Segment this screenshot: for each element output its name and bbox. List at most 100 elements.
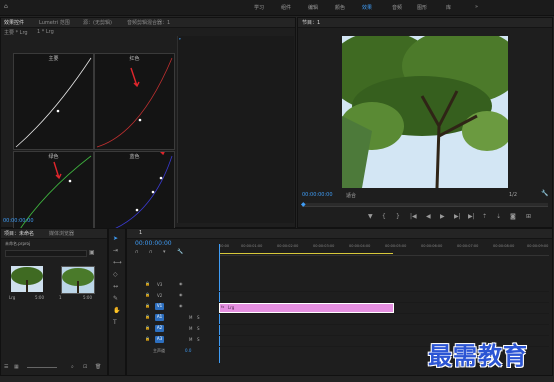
track-a3-target[interactable]: A3 bbox=[155, 336, 164, 343]
extract-icon[interactable]: ⇣ bbox=[496, 213, 501, 220]
effect-timeline-playhead-icon[interactable]: ▾ bbox=[179, 37, 181, 41]
go-to-in-icon[interactable]: |◀ bbox=[410, 213, 417, 220]
tab-lumetri-scopes[interactable]: Lumetri 范围 bbox=[39, 19, 70, 26]
lock-icon[interactable]: 🔒 bbox=[145, 281, 150, 286]
curve-red[interactable]: 红色 bbox=[94, 53, 175, 150]
lock-icon[interactable]: 🔒 bbox=[145, 292, 150, 297]
tab-audio-clip-mixer[interactable]: 音频剪辑混合器：1 bbox=[127, 19, 170, 26]
track-a1-target[interactable]: A1 bbox=[155, 314, 164, 321]
home-icon[interactable]: ⌂ bbox=[4, 3, 8, 10]
solo-button[interactable]: S bbox=[197, 337, 200, 342]
add-marker-icon[interactable]: ▾ bbox=[163, 249, 166, 255]
lock-icon[interactable]: 🔒 bbox=[145, 303, 150, 308]
timeline-settings-icon[interactable]: 🔧 bbox=[177, 249, 183, 255]
curve-green[interactable]: 绿色 bbox=[13, 151, 94, 238]
tab-media-browser[interactable]: 媒体浏览器 bbox=[49, 230, 74, 237]
track-a2-lane[interactable] bbox=[219, 325, 549, 336]
track-v1-lane[interactable]: fx Lrg bbox=[219, 303, 549, 314]
out-point-icon[interactable]: } bbox=[396, 213, 400, 220]
curve-blue[interactable]: 蓝色 bbox=[94, 151, 175, 238]
timeline-clip-lrg[interactable]: fx Lrg bbox=[219, 303, 394, 313]
program-timecode[interactable]: 00:00:00:00 bbox=[302, 192, 333, 198]
timeline-timecode[interactable]: 00:00:00:00 bbox=[135, 240, 172, 247]
program-scrub-bar[interactable] bbox=[302, 203, 548, 207]
track-v1-target[interactable]: V1 bbox=[155, 303, 164, 310]
lock-icon[interactable]: 🔒 bbox=[145, 336, 150, 341]
snap-icon[interactable]: ∩ bbox=[135, 249, 139, 255]
in-point-icon[interactable]: { bbox=[382, 213, 386, 220]
track-v2-lane[interactable] bbox=[219, 292, 549, 303]
selection-tool-icon[interactable]: ➤ bbox=[113, 235, 118, 242]
track-v3-lane[interactable] bbox=[219, 281, 549, 292]
list-view-icon[interactable]: ☰ bbox=[4, 364, 8, 370]
program-fit-dropdown[interactable]: 适合 bbox=[346, 192, 356, 199]
step-forward-icon[interactable]: ▶| bbox=[454, 213, 461, 220]
icon-view-icon[interactable]: ▦ bbox=[14, 364, 19, 370]
go-to-out-icon[interactable]: ▶| bbox=[468, 213, 475, 220]
wrench-icon[interactable]: 🔧 bbox=[541, 190, 548, 197]
eye-icon[interactable]: ◉ bbox=[179, 281, 183, 286]
lock-icon[interactable]: 🔒 bbox=[145, 325, 150, 330]
curve-master[interactable]: 主要 bbox=[13, 53, 94, 150]
program-playhead-icon[interactable]: ◆ bbox=[301, 201, 306, 208]
workspace-color[interactable]: 颜色 bbox=[335, 4, 345, 11]
track-v2-label[interactable]: V2 bbox=[157, 293, 162, 298]
more-workspaces-icon[interactable]: » bbox=[475, 4, 478, 10]
timeline-ruler[interactable]: 00:00 00:00:01:00 00:00:02:00 00:00:03:0… bbox=[219, 244, 549, 256]
eye-icon[interactable]: ◉ bbox=[179, 292, 183, 297]
tab-program-monitor[interactable]: 节目：1 bbox=[302, 19, 320, 26]
master-track-value[interactable]: 0.0 bbox=[185, 348, 191, 353]
slip-tool-icon[interactable]: ↔ bbox=[113, 283, 118, 290]
mute-button[interactable]: M bbox=[189, 326, 192, 331]
zoom-slider[interactable] bbox=[27, 367, 57, 368]
project-item-lrg[interactable] bbox=[11, 266, 43, 292]
track-v3-label[interactable]: V3 bbox=[157, 282, 162, 287]
hand-tool-icon[interactable]: ✋ bbox=[113, 307, 120, 314]
program-resolution-dropdown[interactable]: 1/2 bbox=[509, 192, 517, 198]
pen-tool-icon[interactable]: ✎ bbox=[113, 295, 118, 302]
project-item-sequence-duration: 5:00 bbox=[83, 295, 92, 300]
track-a1-header: 🔒 A1 M S bbox=[145, 314, 215, 324]
export-frame-icon[interactable]: ◙ bbox=[510, 213, 516, 220]
eye-icon[interactable]: ◉ bbox=[179, 303, 183, 308]
workspace-editing[interactable]: 编辑 bbox=[308, 4, 318, 11]
search-icon[interactable]: ⌕ bbox=[71, 364, 74, 370]
mute-button[interactable]: M bbox=[189, 315, 192, 320]
marker-icon[interactable]: ▼ bbox=[368, 213, 373, 220]
tab-project[interactable]: 项目：未命名 bbox=[4, 230, 34, 237]
new-bin-icon[interactable]: ▣ bbox=[89, 249, 95, 256]
project-item-lrg-name: Lrg bbox=[9, 295, 16, 300]
tab-effect-controls[interactable]: 效果控件 bbox=[4, 19, 24, 26]
workspace-assembly[interactable]: 组件 bbox=[281, 4, 291, 11]
workspace-graphics[interactable]: 图形 bbox=[417, 4, 427, 11]
effect-controls-timecode[interactable]: 00:00:00:00 bbox=[3, 218, 34, 224]
ripple-edit-tool-icon[interactable]: ⟷ bbox=[113, 259, 122, 266]
track-a2-target[interactable]: A2 bbox=[155, 325, 164, 332]
project-search-input[interactable] bbox=[5, 250, 87, 257]
step-back-icon[interactable]: ◀ bbox=[426, 213, 431, 220]
solo-button[interactable]: S bbox=[197, 326, 200, 331]
workspace-learn[interactable]: 学习 bbox=[254, 4, 264, 11]
linked-selection-icon[interactable]: ∩ bbox=[149, 249, 153, 255]
workspace-libraries[interactable]: 库 bbox=[446, 4, 451, 11]
mute-button[interactable]: M bbox=[189, 337, 192, 342]
type-tool-icon[interactable]: T bbox=[113, 319, 117, 326]
clip-source-label[interactable]: 主要 * Lrg bbox=[4, 29, 28, 36]
tab-sequence[interactable]: 1 bbox=[139, 230, 142, 236]
track-select-tool-icon[interactable]: ⇥ bbox=[113, 247, 118, 254]
trash-icon[interactable]: 🗑 bbox=[95, 364, 101, 370]
lock-icon[interactable]: 🔒 bbox=[145, 314, 150, 319]
solo-button[interactable]: S bbox=[197, 315, 200, 320]
lift-icon[interactable]: ⇡ bbox=[482, 213, 487, 220]
clip-target-label[interactable]: 1 * Lrg bbox=[37, 29, 54, 35]
work-area-bar[interactable] bbox=[219, 253, 393, 254]
new-item-icon[interactable]: ⊡ bbox=[83, 364, 87, 370]
play-icon[interactable]: ▶ bbox=[440, 213, 445, 220]
workspace-audio[interactable]: 音频 bbox=[392, 4, 402, 11]
razor-tool-icon[interactable]: ◇ bbox=[113, 271, 118, 278]
tab-source[interactable]: 源：(无剪辑) bbox=[83, 19, 112, 26]
settings-icon[interactable]: ⊞ bbox=[526, 213, 531, 220]
workspace-effects[interactable]: 效果 bbox=[362, 4, 372, 11]
track-a1-lane[interactable] bbox=[219, 314, 549, 325]
project-item-sequence[interactable] bbox=[61, 266, 95, 294]
